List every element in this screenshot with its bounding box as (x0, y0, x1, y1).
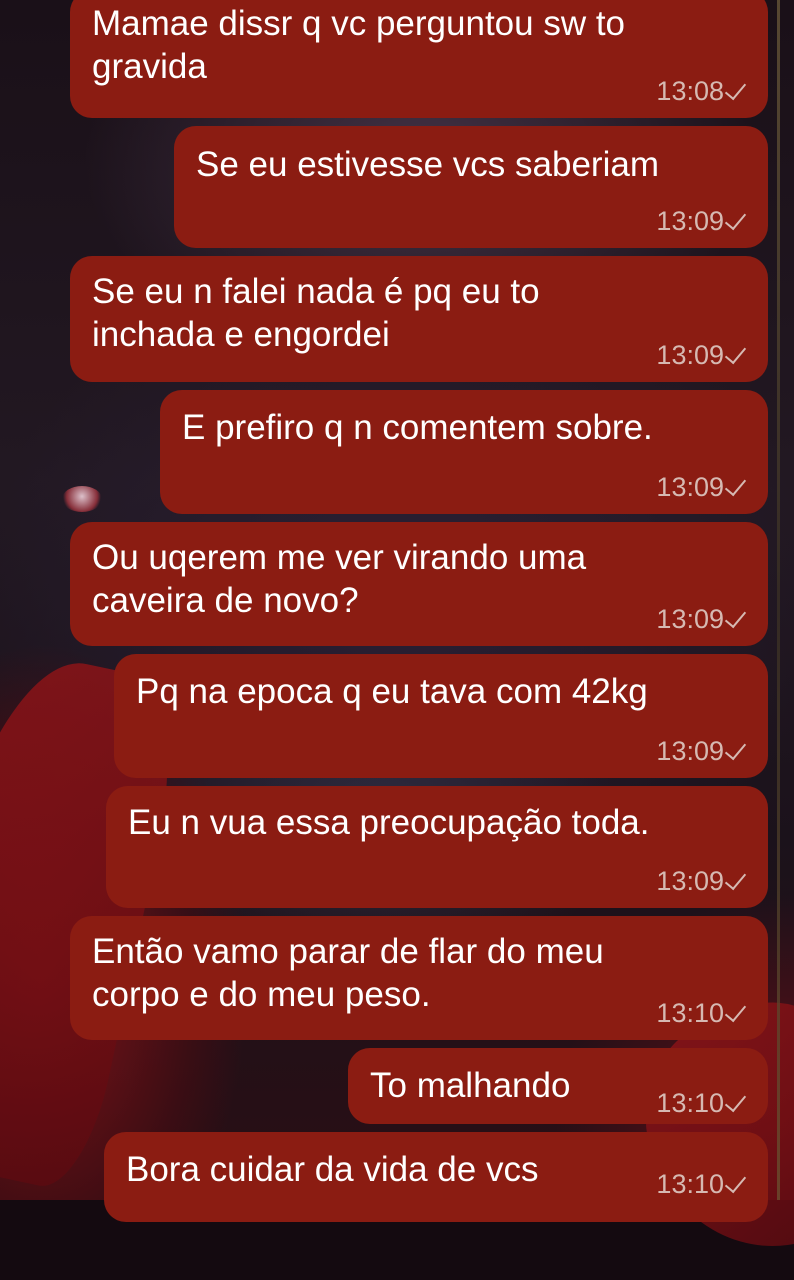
message-time: 13:10 (656, 1169, 724, 1199)
message-time: 13:09 (656, 866, 724, 896)
message-meta: 13:09 (656, 866, 742, 896)
message-meta: 13:10 (656, 1088, 742, 1118)
message-bubble[interactable]: Pq na epoca q eu tava com 42kg 13:09 (114, 654, 768, 778)
message-time: 13:09 (656, 736, 724, 766)
single-check-icon (728, 1091, 742, 1115)
message-bubble[interactable]: Se eu n falei nada é pq eu to inchada e … (70, 256, 768, 382)
message-text: Ou uqerem me ver virando uma caveira de … (92, 538, 587, 620)
message-bubble[interactable]: Então vamo parar de flar do meu corpo e … (70, 916, 768, 1040)
message-text: Se eu estivesse vcs saberiam (196, 145, 659, 184)
message-bubble[interactable]: Bora cuidar da vida de vcs 13:10 (104, 1132, 768, 1222)
message-time: 13:09 (656, 472, 724, 502)
message-bubble[interactable]: To malhando 13:10 (348, 1048, 768, 1124)
message-list[interactable]: Mamae dissr q vc perguntou sw to gravida… (0, 0, 794, 1222)
message-time: 13:09 (656, 340, 724, 370)
message-text: Mamae dissr q vc perguntou sw to gravida (92, 4, 626, 86)
message-meta: 13:09 (656, 604, 742, 634)
message-time: 13:08 (656, 76, 724, 106)
message-bubble[interactable]: Se eu estivesse vcs saberiam 13:09 (174, 126, 768, 248)
single-check-icon (728, 739, 742, 763)
single-check-icon (728, 343, 742, 367)
message-bubble[interactable]: E prefiro q n comentem sobre. 13:09 (160, 390, 768, 514)
message-meta: 13:09 (656, 340, 742, 370)
message-text: Bora cuidar da vida de vcs (126, 1150, 539, 1189)
single-check-icon (728, 209, 742, 233)
message-time: 13:09 (656, 604, 724, 634)
message-meta: 13:09 (656, 472, 742, 502)
single-check-icon (728, 1001, 742, 1025)
message-time: 13:10 (656, 1088, 724, 1118)
message-meta: 13:08 (656, 76, 742, 106)
message-time: 13:10 (656, 998, 724, 1028)
message-bubble[interactable]: Ou uqerem me ver virando uma caveira de … (70, 522, 768, 646)
message-meta: 13:09 (656, 206, 742, 236)
message-meta: 13:10 (656, 1169, 742, 1199)
message-time: 13:09 (656, 206, 724, 236)
single-check-icon (728, 1172, 742, 1196)
message-text: Então vamo parar de flar do meu corpo e … (92, 932, 604, 1014)
single-check-icon (728, 79, 742, 103)
message-meta: 13:09 (656, 736, 742, 766)
single-check-icon (728, 475, 742, 499)
single-check-icon (728, 869, 742, 893)
single-check-icon (728, 607, 742, 631)
message-text: Pq na epoca q eu tava com 42kg (136, 672, 648, 711)
message-bubble[interactable]: Mamae dissr q vc perguntou sw to gravida… (70, 0, 768, 118)
message-meta: 13:10 (656, 998, 742, 1028)
message-text: Se eu n falei nada é pq eu to inchada e … (92, 272, 540, 354)
message-bubble[interactable]: Eu n vua essa preocupação toda. 13:09 (106, 786, 768, 908)
message-text: Eu n vua essa preocupação toda. (128, 803, 650, 842)
message-text: E prefiro q n comentem sobre. (182, 408, 653, 447)
message-text: To malhando (370, 1066, 571, 1105)
